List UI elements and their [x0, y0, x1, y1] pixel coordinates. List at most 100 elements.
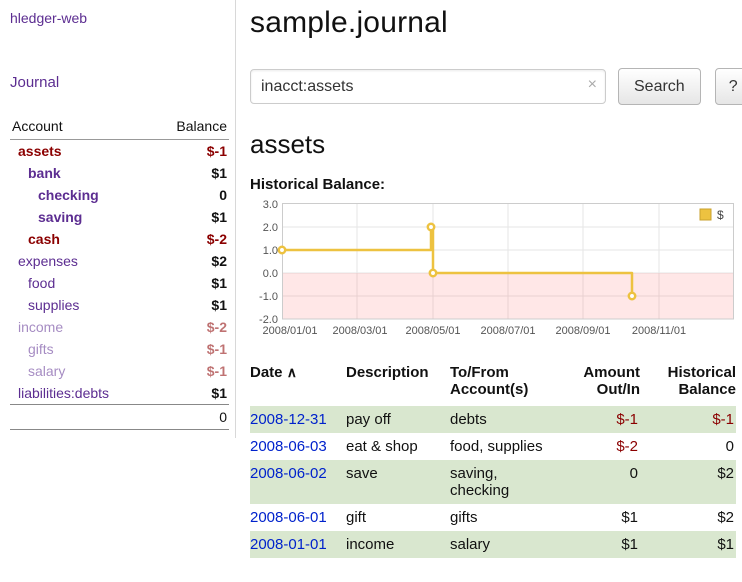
transaction-description: save — [346, 460, 450, 504]
svg-text:2008/03/01: 2008/03/01 — [332, 325, 387, 337]
account-row-checking: checking 0 — [10, 184, 229, 206]
chart-wrap: $ 3.0 2.0 1.0 0.0 -1.0 -2.0 2008/01/01 2… — [250, 199, 742, 348]
transaction-description: gift — [346, 504, 450, 531]
register-header-balance: Historical Balance — [640, 362, 736, 406]
sidebar: hledger-web Journal Account Balance asse… — [0, 0, 236, 438]
account-link-assets[interactable]: assets — [18, 143, 62, 159]
account-link-liabilities-debts[interactable]: liabilities:debts — [18, 385, 109, 401]
accounts-total-row: 0 — [10, 405, 229, 430]
transaction-balance: $2 — [640, 504, 736, 531]
accounts-total-spacer — [10, 405, 152, 430]
account-link-gifts[interactable]: gifts — [28, 341, 54, 357]
nav-journal: Journal — [10, 74, 229, 92]
accounts-total-value: 0 — [152, 405, 229, 430]
register-table: Date ∧ Description To/From Account(s) Am… — [250, 362, 736, 558]
transaction-amount: $-2 — [562, 433, 640, 460]
svg-text:2008/01/01: 2008/01/01 — [262, 325, 317, 337]
svg-text:2.0: 2.0 — [263, 222, 278, 234]
account-link-income[interactable]: income — [18, 319, 63, 335]
clear-search-icon[interactable]: × — [588, 76, 597, 94]
svg-text:1.0: 1.0 — [263, 245, 278, 257]
transaction-account: gifts — [450, 504, 562, 531]
register-header-account: To/From Account(s) — [450, 362, 562, 406]
account-row-supplies: supplies $1 — [10, 294, 229, 316]
brand: hledger-web — [10, 10, 229, 28]
transaction-date-link[interactable]: 2008-01-01 — [250, 536, 327, 553]
brand-link[interactable]: hledger-web — [10, 10, 87, 26]
svg-text:2008/07/01: 2008/07/01 — [480, 325, 535, 337]
account-balance: $-1 — [152, 360, 229, 382]
transaction-date-link[interactable]: 2008-06-01 — [250, 509, 327, 526]
account-balance: $1 — [152, 206, 229, 228]
accounts-header-account: Account — [10, 114, 152, 140]
chart-legend: $ — [696, 206, 730, 224]
account-row-salary: salary $-1 — [10, 360, 229, 382]
svg-text:2008/11/01: 2008/11/01 — [632, 325, 686, 337]
account-balance: $1 — [152, 382, 229, 405]
account-row-gifts: gifts $-1 — [10, 338, 229, 360]
app: hledger-web Journal Account Balance asse… — [0, 0, 742, 558]
search-row: × Search ? — [250, 68, 742, 105]
transaction-date-link[interactable]: 2008-12-31 — [250, 411, 327, 428]
account-link-checking[interactable]: checking — [38, 187, 99, 203]
account-balance: $1 — [152, 272, 229, 294]
page-title: sample.journal — [250, 6, 742, 40]
negative-region — [282, 273, 734, 319]
register-row: 2008-06-03 eat & shop food, supplies $-2… — [250, 433, 736, 460]
x-axis-labels: 2008/01/01 2008/03/01 2008/05/01 2008/07… — [262, 325, 686, 337]
account-link-salary[interactable]: salary — [28, 363, 65, 379]
register-row: 2008-06-02 save saving, checking 0 $2 — [250, 460, 736, 504]
register-header-description: Description — [346, 362, 450, 406]
account-balance: $2 — [152, 250, 229, 272]
transaction-balance: $-1 — [640, 406, 736, 433]
account-balance: $1 — [152, 294, 229, 316]
transaction-balance: 0 — [640, 433, 736, 460]
account-link-supplies[interactable]: supplies — [28, 297, 79, 313]
transaction-description: pay off — [346, 406, 450, 433]
main-content: sample.journal × Search ? assets Histori… — [236, 0, 742, 558]
register-row: 2008-01-01 income salary $1 $1 — [250, 531, 736, 558]
account-balance: $1 — [152, 162, 229, 184]
account-row-income: income $-2 — [10, 316, 229, 338]
account-link-expenses[interactable]: expenses — [18, 253, 78, 269]
account-row-cash: cash $-2 — [10, 228, 229, 250]
help-button[interactable]: ? — [715, 68, 742, 105]
transaction-amount: $1 — [562, 531, 640, 558]
account-link-cash[interactable]: cash — [28, 231, 60, 247]
account-link-saving[interactable]: saving — [38, 209, 82, 225]
transaction-date-link[interactable]: 2008-06-03 — [250, 438, 327, 455]
historical-balance-chart: $ 3.0 2.0 1.0 0.0 -1.0 -2.0 2008/01/01 2… — [250, 199, 736, 343]
date-header-label: Date — [250, 364, 283, 381]
transaction-balance: $2 — [640, 460, 736, 504]
chart-title: Historical Balance: — [250, 176, 742, 193]
svg-text:0.0: 0.0 — [263, 268, 278, 280]
svg-text:2008/05/01: 2008/05/01 — [405, 325, 460, 337]
register-header-date[interactable]: Date ∧ — [250, 362, 346, 406]
account-row-liabilities-debts: liabilities:debts $1 — [10, 382, 229, 405]
accounts-table: Account Balance assets $-1 bank $1 check… — [10, 114, 229, 430]
account-balance: $-2 — [152, 228, 229, 250]
register-row: 2008-12-31 pay off debts $-1 $-1 — [250, 406, 736, 433]
search-input[interactable] — [250, 69, 606, 104]
transaction-date-link[interactable]: 2008-06-02 — [250, 465, 327, 482]
account-heading: assets — [250, 129, 742, 160]
account-row-expenses: expenses $2 — [10, 250, 229, 272]
register-header-row: Date ∧ Description To/From Account(s) Am… — [250, 362, 736, 406]
transaction-amount: $1 — [562, 504, 640, 531]
search-button[interactable]: Search — [618, 68, 701, 105]
account-link-bank[interactable]: bank — [28, 165, 61, 181]
account-balance: 0 — [152, 184, 229, 206]
transaction-description: eat & shop — [346, 433, 450, 460]
transaction-account: food, supplies — [450, 433, 562, 460]
transaction-account: saving, checking — [450, 460, 562, 504]
register-header-amount: Amount Out/In — [562, 362, 640, 406]
account-row-food: food $1 — [10, 272, 229, 294]
sort-ascending-icon: ∧ — [287, 364, 297, 380]
account-row-saving: saving $1 — [10, 206, 229, 228]
journal-link[interactable]: Journal — [10, 74, 59, 91]
account-row-bank: bank $1 — [10, 162, 229, 184]
search-box: × — [250, 69, 606, 104]
svg-text:-1.0: -1.0 — [259, 291, 278, 303]
transaction-amount: $-1 — [562, 406, 640, 433]
account-link-food[interactable]: food — [28, 275, 55, 291]
